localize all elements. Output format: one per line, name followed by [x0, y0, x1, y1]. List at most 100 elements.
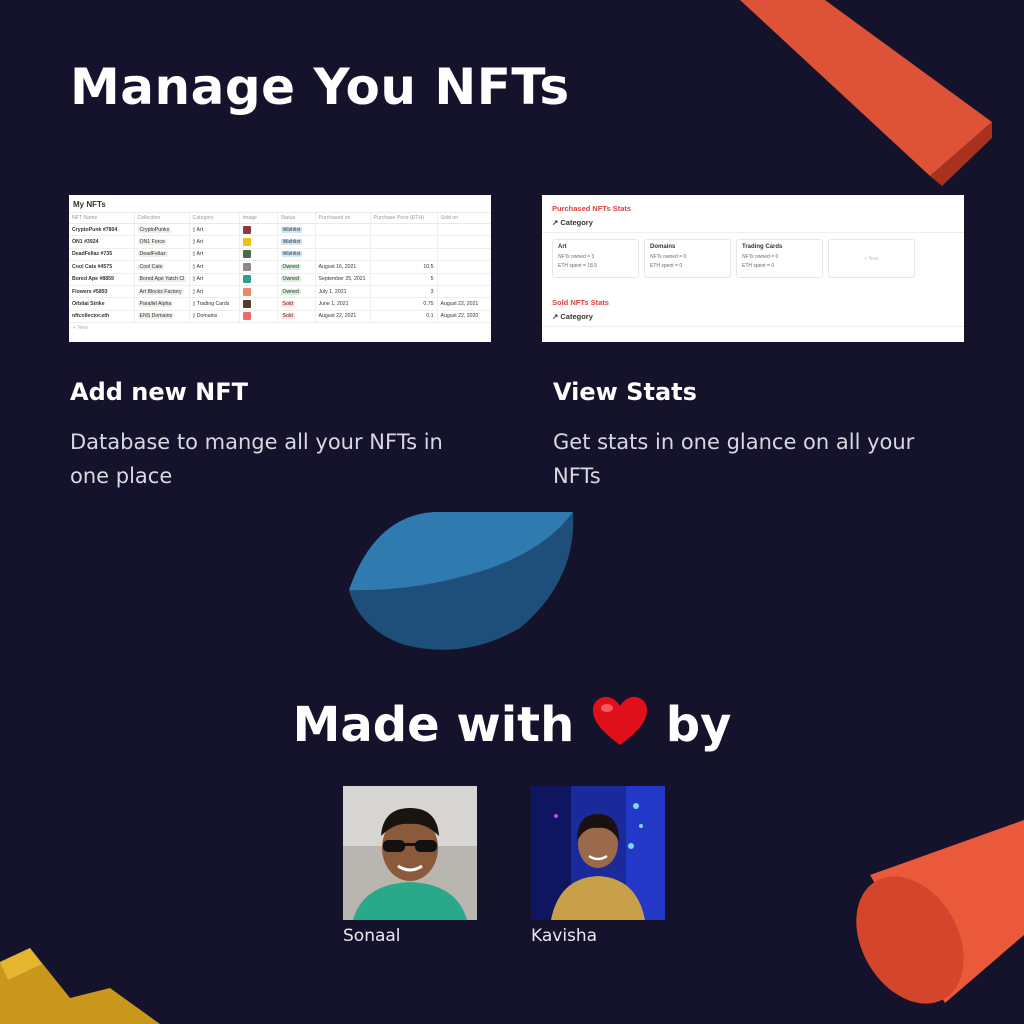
nft-price: 5	[370, 273, 438, 286]
nft-image	[239, 273, 278, 286]
table-row[interactable]: Cool Cats #4575 Cool Cats ▯ Art Owned August…	[69, 260, 491, 274]
status-badge: Wishlist	[280, 251, 303, 258]
table-row[interactable]: nftcollector.eth ENS Domains ▯ Domains Sold…	[69, 310, 491, 324]
nft-purchased-on: July 1, 2021	[315, 285, 371, 299]
nft-image	[239, 285, 278, 299]
table-row[interactable]: CryptoPunk #7804 CryptoPunks ▯ Art Wishlist	[69, 223, 491, 237]
nft-category: ▯ Art	[189, 260, 240, 274]
nft-price	[370, 235, 438, 249]
page-title: Manage You NFTs	[70, 58, 570, 116]
add-row-button[interactable]: + New	[69, 323, 491, 333]
red-bar-decoration	[740, 0, 992, 186]
nft-name: DeadFellaz #735	[69, 248, 135, 262]
category-text: Trading Cards	[196, 301, 230, 308]
nft-name: Cool Cats #4575	[69, 260, 135, 274]
nft-collection: Bored Ape Yatch Cl	[134, 273, 190, 286]
stats-card-art[interactable]: Art NFTs owned = 3 ETH spent = 18.5	[552, 239, 639, 278]
nft-status: Wishlist	[277, 223, 316, 237]
new-card-button[interactable]: + New	[828, 239, 915, 278]
sold-stats-heading: Sold NFTs Stats	[552, 298, 609, 307]
nft-sold-on: August 22, 2021	[437, 297, 491, 311]
table-row[interactable]: ON1 #3924 ON1 Force ▯ Art Wishlist	[69, 235, 491, 249]
nft-price	[370, 223, 438, 237]
sold-category-group-label[interactable]: ↗ Category	[542, 310, 964, 327]
table-row[interactable]: DeadFellaz #735 DeadFellaz ▯ Art Wishlist	[69, 248, 491, 262]
column-header[interactable]: Image	[239, 212, 278, 224]
nft-image	[239, 223, 278, 237]
category-text: Art	[196, 288, 204, 295]
status-badge: Owned	[280, 263, 301, 270]
heart-icon	[593, 697, 648, 745]
nft-image	[239, 248, 278, 262]
column-header[interactable]: Collection	[134, 212, 190, 224]
nft-sold-on	[437, 285, 491, 299]
nft-collection: ENS Domains	[134, 310, 190, 324]
collection-tag: ON1 Force	[137, 239, 167, 246]
column-header[interactable]: Purchase Price (ETH)	[370, 212, 438, 224]
nft-image	[239, 297, 278, 311]
nft-name: Orbital Strike	[69, 297, 135, 311]
category-text: Art	[196, 226, 204, 233]
blue-hemisphere-decoration	[349, 512, 574, 650]
collection-tag: DeadFellaz	[137, 251, 168, 258]
category-group-label[interactable]: ↗ Category	[542, 216, 964, 233]
status-badge: Sold	[280, 313, 295, 320]
nft-price: 0.75	[370, 297, 438, 311]
nft-price: 10.5	[370, 260, 438, 274]
collection-tag: Bored Ape Yatch Cl	[137, 276, 187, 283]
author-name-kavisha: Kavisha	[531, 926, 598, 946]
column-header[interactable]: Purchased on	[315, 212, 371, 224]
table-row[interactable]: Bored Ape #8859 Bored Ape Yatch Cl ▯ Art Ow…	[69, 273, 491, 286]
status-badge: Sold	[280, 301, 295, 308]
card-title: Trading Cards	[742, 244, 783, 250]
table-header-row: NFT Name Collection Category Image Statu…	[69, 212, 491, 224]
made-with-heading: Made with by	[0, 695, 1024, 753]
nft-category: ▯ Art	[189, 235, 240, 249]
nft-name: ON1 #3924	[69, 235, 135, 249]
nft-sold-on	[437, 260, 491, 274]
table-row[interactable]: Flowers #5893 Art Blocks Factory ▯ Art Owne…	[69, 285, 491, 299]
column-header[interactable]: NFT Name	[69, 212, 135, 224]
stats-card-trading-cards[interactable]: Trading Cards NFTs owned = 0 ETH spent =…	[736, 239, 823, 278]
nft-category: ▯ Art	[189, 285, 240, 299]
feature-desc-view-stats: Get stats in one glance on all your NFTs	[553, 430, 915, 488]
nft-status: Wishlist	[277, 248, 316, 262]
nft-thumbnail	[242, 238, 251, 247]
nft-table: NFT Name Collection Category Image Statu…	[69, 212, 491, 324]
status-badge: Wishlist	[280, 239, 303, 246]
collection-tag: CryptoPunks	[137, 226, 172, 233]
feature-desc-add-nft: Database to mange all your NFTs in one p…	[70, 430, 443, 488]
card-spent: ETH spent = 0	[742, 263, 775, 269]
table-row[interactable]: Orbital Strike Parallel Alpha ▯ Trading Ca…	[69, 297, 491, 311]
nft-category: ▯ Art	[189, 248, 240, 262]
collection-tag: Cool Cats	[137, 263, 165, 270]
feature-title-add-nft: Add new NFT	[70, 378, 249, 406]
collection-tag: Parallel Alpha	[137, 301, 174, 308]
made-with-text: Made with	[292, 697, 575, 753]
nft-status: Owned	[277, 285, 316, 299]
nft-price: 0.1	[370, 310, 438, 324]
nft-collection: Parallel Alpha	[134, 297, 190, 311]
column-header[interactable]: Sold on	[437, 212, 491, 224]
gold-shape-decoration	[0, 948, 160, 1024]
feature-title-view-stats: View Stats	[553, 378, 697, 406]
nft-purchased-on	[315, 223, 371, 237]
nft-thumbnail	[242, 250, 251, 259]
category-text: Domains	[196, 313, 218, 320]
nft-purchased-on: September 25, 2021	[315, 273, 371, 286]
nft-collection: ON1 Force	[134, 235, 190, 249]
nft-status: Sold	[277, 310, 316, 324]
stats-card-domains[interactable]: Domains NFTs owned = 0 ETH spent = 0	[644, 239, 731, 278]
column-header[interactable]: Status	[277, 212, 316, 224]
nft-purchased-on: August 16, 2021	[315, 260, 371, 274]
card-spent: ETH spent = 18.5	[558, 263, 598, 269]
nft-image	[239, 310, 278, 324]
nft-image	[239, 260, 278, 274]
avatar-kavisha	[531, 786, 665, 920]
nft-category: ▯ Art	[189, 273, 240, 286]
nft-name: Flowers #5893	[69, 285, 135, 299]
column-header[interactable]: Category	[189, 212, 240, 224]
nft-thumbnail	[242, 225, 251, 234]
nft-collection: Cool Cats	[134, 260, 190, 274]
category-text: Art	[196, 251, 204, 258]
